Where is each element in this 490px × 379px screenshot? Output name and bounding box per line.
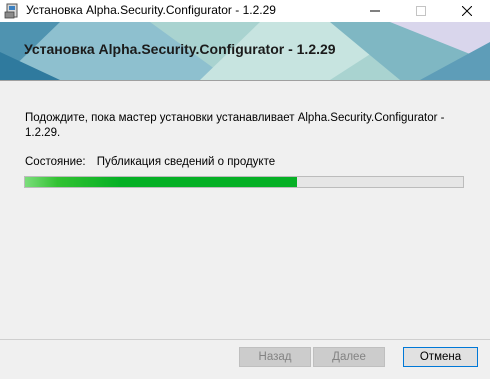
header-banner: Установка Alpha.Security.Configurator - … [0, 22, 490, 80]
minimize-icon [370, 10, 380, 12]
back-button[interactable]: Назад [239, 347, 311, 367]
footer-divider [0, 339, 490, 340]
installer-icon [4, 3, 20, 19]
next-button[interactable]: Далее [313, 347, 385, 367]
cancel-button[interactable]: Отмена [403, 347, 478, 367]
install-message: Подождите, пока мастер установки устанав… [25, 112, 445, 139]
maximize-button[interactable] [398, 0, 444, 22]
window-title: Установка Alpha.Security.Configurator - … [26, 3, 276, 17]
install-progress-bar [24, 176, 464, 188]
status-value: Публикация сведений о продукте [96, 156, 276, 168]
progress-fill [25, 177, 297, 187]
status-label: Состояние: [25, 156, 86, 168]
minimize-button[interactable] [352, 0, 398, 22]
status-row: Состояние: Публикация сведений о продукт… [25, 156, 275, 168]
title-bar[interactable]: Установка Alpha.Security.Configurator - … [0, 0, 490, 22]
close-icon [462, 6, 472, 16]
maximize-icon [416, 6, 426, 16]
close-button[interactable] [444, 0, 490, 22]
banner-title: Установка Alpha.Security.Configurator - … [24, 41, 336, 57]
header-divider [0, 80, 490, 81]
